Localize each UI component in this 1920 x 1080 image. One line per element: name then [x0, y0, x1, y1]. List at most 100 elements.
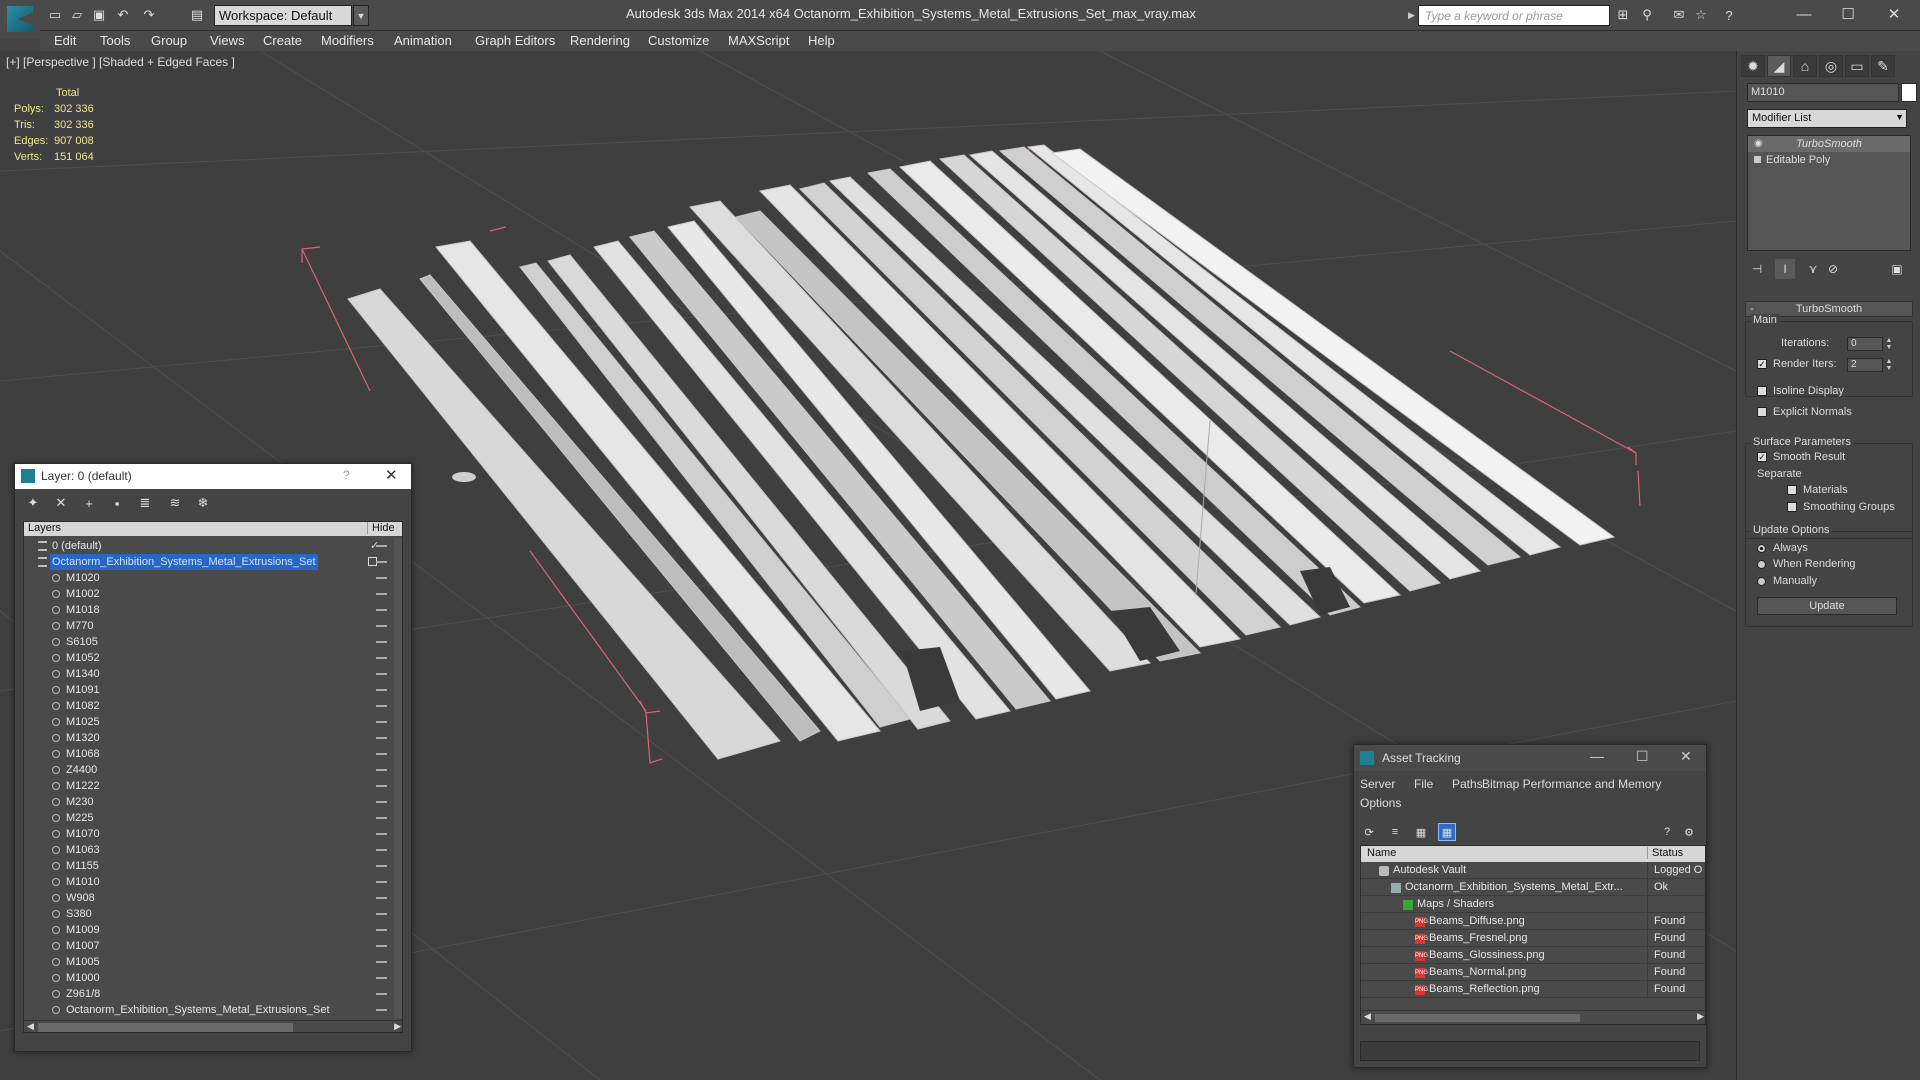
spinner-arrows-icon[interactable]: ▲ ▼: [1885, 337, 1893, 351]
hide-toggle[interactable]: [376, 657, 387, 659]
menu-graph-editors[interactable]: Graph Editors: [475, 33, 555, 48]
modifier-list-dropdown[interactable]: Modifier List ▼: [1747, 109, 1907, 128]
vertical-scrollbar[interactable]: [394, 538, 402, 1018]
workspace-dropdown[interactable]: Workspace: Default ▼: [214, 5, 369, 26]
scroll-left-icon[interactable]: ◀: [27, 1021, 34, 1032]
hide-toggle[interactable]: [376, 577, 387, 579]
layer-object-row[interactable]: Z961/8: [24, 986, 392, 1002]
layer-object-row[interactable]: M1320: [24, 730, 392, 746]
menu-options[interactable]: Options: [1360, 796, 1401, 810]
freeze-all-icon[interactable]: ❄: [193, 494, 213, 512]
horizontal-scrollbar[interactable]: ◀ ▶: [24, 1020, 402, 1032]
layer-object-row[interactable]: M1222: [24, 778, 392, 794]
hierarchy-tab-icon[interactable]: ⌂: [1793, 55, 1817, 77]
hide-toggle[interactable]: [376, 705, 387, 707]
layer-object-row[interactable]: M1005: [24, 954, 392, 970]
layer-object-row[interactable]: Z4400: [24, 762, 392, 778]
search-expand-icon[interactable]: ▶: [1408, 10, 1415, 21]
manually-radio[interactable]: [1757, 577, 1766, 586]
scroll-thumb[interactable]: [1375, 1014, 1580, 1022]
hide-toggle[interactable]: [376, 977, 387, 979]
layer-object-row[interactable]: Octanorm_Exhibition_Systems_Metal_Extrus…: [24, 1002, 392, 1018]
delete-layer-icon[interactable]: ✕: [51, 494, 71, 512]
hide-toggle[interactable]: [376, 625, 387, 627]
settings-help-icon[interactable]: ⚙: [1680, 823, 1698, 841]
lightbulb-icon[interactable]: ◉: [1754, 136, 1763, 149]
utilities-tab-icon[interactable]: ✎: [1871, 55, 1895, 77]
isoline-display-checkbox[interactable]: [1757, 386, 1767, 396]
layer-object-row[interactable]: M1020: [24, 570, 392, 586]
menu-views[interactable]: Views: [210, 33, 244, 48]
render-iters-checkbox[interactable]: ✓: [1757, 359, 1767, 369]
hide-toggle[interactable]: [376, 593, 387, 595]
menu-maxscript[interactable]: MAXScript: [728, 33, 789, 48]
scroll-thumb[interactable]: [38, 1023, 293, 1032]
chevron-down-icon[interactable]: ▼: [353, 5, 369, 26]
col-name[interactable]: Name: [1367, 847, 1396, 859]
subscription-icon[interactable]: ⚲: [1638, 6, 1656, 24]
hide-toggle[interactable]: [376, 993, 387, 995]
asset-row[interactable]: PNG Beams_Diffuse.png Found: [1361, 913, 1705, 930]
hide-toggle[interactable]: [376, 945, 387, 947]
menu-bitmap-performance[interactable]: Bitmap Performance and Memory: [1482, 777, 1661, 791]
asset-window-titlebar[interactable]: Asset Tracking — ☐ ✕: [1354, 745, 1706, 771]
hide-toggle[interactable]: [376, 737, 387, 739]
menu-group[interactable]: Group: [151, 33, 187, 48]
layer-object-row[interactable]: M1010: [24, 874, 392, 890]
explicit-normals-checkbox[interactable]: [1757, 407, 1767, 417]
layer-object-row[interactable]: S380: [24, 906, 392, 922]
motion-tab-icon[interactable]: ◎: [1819, 55, 1843, 77]
hide-toggle[interactable]: [376, 561, 387, 563]
hide-toggle[interactable]: [376, 929, 387, 931]
layer-row[interactable]: 0 (default) ✓: [24, 538, 392, 554]
asset-row[interactable]: Octanorm_Exhibition_Systems_Metal_Extr..…: [1361, 879, 1705, 896]
communication-center-icon[interactable]: ✉: [1670, 6, 1688, 24]
hide-toggle[interactable]: [376, 897, 387, 899]
asset-path-field[interactable]: [1360, 1041, 1700, 1061]
scroll-right-icon[interactable]: ▶: [1697, 1011, 1704, 1022]
layer-object-row[interactable]: M230: [24, 794, 392, 810]
hide-all-icon[interactable]: ≋: [165, 494, 185, 512]
layer-object-row[interactable]: M1082: [24, 698, 392, 714]
menu-create[interactable]: Create: [263, 33, 302, 48]
remove-modifier-icon[interactable]: ⊘: [1823, 259, 1843, 279]
show-end-result-icon[interactable]: I: [1775, 259, 1795, 279]
scroll-right-icon[interactable]: ▶: [394, 1021, 401, 1032]
project-folder-icon[interactable]: ▤: [188, 6, 206, 24]
expand-icon[interactable]: [1754, 156, 1761, 163]
menu-tools[interactable]: Tools: [100, 33, 130, 48]
menu-paths[interactable]: Paths: [1452, 777, 1483, 791]
hide-toggle[interactable]: [376, 865, 387, 867]
menu-edit[interactable]: Edit: [54, 33, 76, 48]
layer-object-row[interactable]: M1091: [24, 682, 392, 698]
menu-customize[interactable]: Customize: [648, 33, 709, 48]
asset-row[interactable]: PNG Beams_Fresnel.png Found: [1361, 930, 1705, 947]
table-view-icon[interactable]: ▦: [1438, 823, 1456, 841]
layer-object-row[interactable]: M1018: [24, 602, 392, 618]
help-icon[interactable]: ?: [1720, 6, 1738, 24]
layer-object-row[interactable]: M1025: [24, 714, 392, 730]
update-button[interactable]: Update: [1757, 597, 1897, 615]
object-name-field[interactable]: M1010: [1747, 83, 1899, 102]
help-icon[interactable]: ?: [1658, 823, 1676, 841]
materials-checkbox[interactable]: [1787, 485, 1797, 495]
hide-toggle[interactable]: [376, 689, 387, 691]
layer-object-row[interactable]: M1002: [24, 586, 392, 602]
pin-stack-icon[interactable]: ⊣: [1747, 259, 1767, 279]
asset-row[interactable]: PNG Beams_Glossiness.png Found: [1361, 947, 1705, 964]
hide-toggle[interactable]: [376, 961, 387, 963]
menu-rendering[interactable]: Rendering: [570, 33, 630, 48]
layer-object-row[interactable]: M225: [24, 810, 392, 826]
layer-object-row[interactable]: M1340: [24, 666, 392, 682]
hide-toggle[interactable]: [376, 769, 387, 771]
app-logo[interactable]: [0, 0, 40, 38]
hide-toggle[interactable]: [376, 1009, 387, 1011]
chevron-down-icon[interactable]: ▼: [1895, 112, 1904, 122]
close-icon[interactable]: ✕: [1874, 3, 1914, 25]
search-input[interactable]: Type a keyword or phrase: [1418, 5, 1610, 26]
layer-object-row[interactable]: M1070: [24, 826, 392, 842]
help-icon[interactable]: ?: [343, 468, 350, 482]
layer-object-row[interactable]: M1007: [24, 938, 392, 954]
display-tab-icon[interactable]: ▭: [1845, 55, 1869, 77]
hide-toggle[interactable]: [376, 641, 387, 643]
